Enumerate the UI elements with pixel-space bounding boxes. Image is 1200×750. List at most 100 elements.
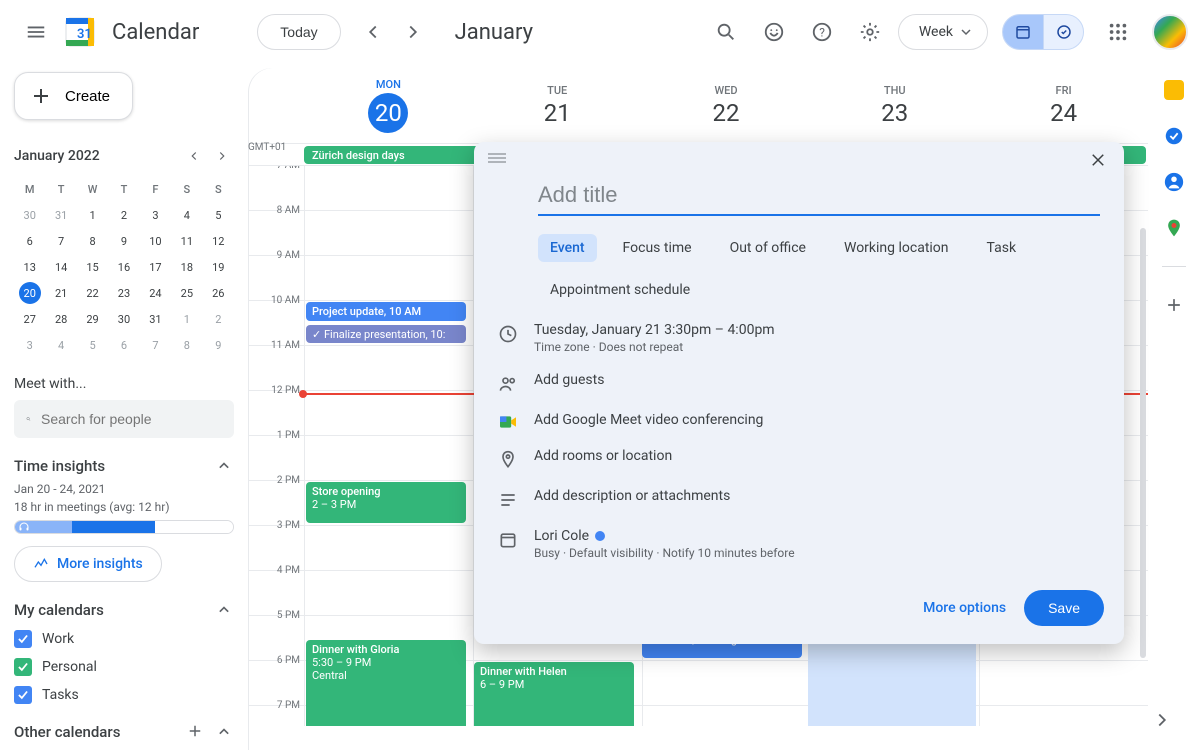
mini-day[interactable]: 2 — [203, 306, 234, 332]
calendar-toggle[interactable]: Work — [14, 630, 234, 648]
tab-out-of-office[interactable]: Out of office — [718, 234, 818, 262]
help-icon[interactable]: ? — [802, 12, 842, 52]
mini-day[interactable]: 23 — [108, 280, 139, 306]
event-datetime[interactable]: Tuesday, January 21 3:30pm – 4:00pm — [534, 322, 1100, 338]
tasks-mode-button[interactable] — [1043, 15, 1083, 49]
mini-day[interactable]: 6 — [108, 332, 139, 358]
add-description[interactable]: Add description or attachments — [534, 488, 1100, 504]
mini-day[interactable]: 18 — [171, 254, 202, 280]
mini-day[interactable]: 27 — [14, 306, 45, 332]
calendar-toggle[interactable]: Tasks — [14, 686, 234, 704]
mini-day[interactable]: 3 — [14, 332, 45, 358]
tab-focus-time[interactable]: Focus time — [611, 234, 704, 262]
mini-day[interactable]: 11 — [171, 228, 202, 254]
organizer-sub[interactable]: Busy · Default visibility · Notify 10 mi… — [534, 546, 1100, 560]
mini-day[interactable]: 3 — [140, 202, 171, 228]
event-finalize-presentation[interactable]: ✓ Finalize presentation, 10: — [306, 325, 466, 344]
mini-day[interactable]: 20 — [14, 280, 45, 306]
mini-day[interactable]: 22 — [77, 280, 108, 306]
account-avatar[interactable] — [1152, 14, 1188, 50]
mini-day[interactable]: 31 — [140, 306, 171, 332]
mini-day[interactable]: 30 — [14, 202, 45, 228]
mini-calendar[interactable]: MTWTFSS303112345678910111213141516171819… — [14, 176, 234, 358]
day-header[interactable]: THU23 — [810, 68, 979, 143]
today-button[interactable]: Today — [257, 14, 340, 50]
mini-day[interactable]: 29 — [77, 306, 108, 332]
tab-appointment[interactable]: Appointment schedule — [538, 276, 702, 304]
calendar-mode-button[interactable] — [1003, 15, 1043, 49]
mini-day[interactable]: 5 — [203, 202, 234, 228]
day-header[interactable]: FRI24 — [979, 68, 1148, 143]
mini-day[interactable]: 8 — [171, 332, 202, 358]
add-guests[interactable]: Add guests — [534, 372, 1100, 388]
scrollbar[interactable] — [1140, 228, 1146, 658]
contacts-icon[interactable] — [1162, 170, 1186, 194]
mini-day[interactable]: 15 — [77, 254, 108, 280]
drag-handle-icon[interactable] — [488, 152, 506, 168]
time-insights-header[interactable]: Time insights — [14, 456, 234, 476]
more-insights-button[interactable]: More insights — [14, 546, 162, 582]
add-calendar-icon[interactable] — [186, 722, 204, 740]
add-addon-icon[interactable] — [1162, 293, 1186, 317]
hide-side-panel[interactable] — [1142, 700, 1182, 740]
event-project-update[interactable]: Project update, 10 AM — [306, 302, 466, 321]
event-dinner-helen[interactable]: Dinner with Helen6 – 9 PM — [474, 662, 634, 726]
mini-day[interactable]: 9 — [203, 332, 234, 358]
next-week-button[interactable] — [393, 12, 433, 52]
save-button[interactable]: Save — [1024, 590, 1104, 626]
mini-day[interactable]: 8 — [77, 228, 108, 254]
main-menu-icon[interactable] — [16, 12, 56, 52]
mini-prev-month[interactable] — [182, 144, 206, 168]
mini-day[interactable]: 10 — [140, 228, 171, 254]
maps-icon[interactable] — [1162, 216, 1186, 240]
day-header[interactable]: MON20 — [304, 68, 473, 143]
mini-day[interactable]: 19 — [203, 254, 234, 280]
mini-day[interactable]: 13 — [14, 254, 45, 280]
create-button[interactable]: Create — [14, 72, 133, 120]
mini-day[interactable]: 28 — [45, 306, 76, 332]
mini-day[interactable]: 2 — [108, 202, 139, 228]
mini-day[interactable]: 7 — [45, 228, 76, 254]
mini-day[interactable]: 6 — [14, 228, 45, 254]
prev-week-button[interactable] — [353, 12, 393, 52]
more-options-button[interactable]: More options — [923, 600, 1006, 616]
calendar-toggle[interactable]: Personal — [14, 658, 234, 676]
mini-day[interactable]: 7 — [140, 332, 171, 358]
event-store-opening[interactable]: Store opening2 – 3 PM — [306, 482, 466, 523]
search-icon[interactable] — [706, 12, 746, 52]
day-header[interactable]: WED22 — [642, 68, 811, 143]
event-title-input[interactable] — [538, 178, 1100, 216]
google-apps-icon[interactable] — [1098, 12, 1138, 52]
status-icon[interactable] — [754, 12, 794, 52]
view-switcher[interactable]: Week — [898, 14, 988, 50]
mini-day[interactable]: 14 — [45, 254, 76, 280]
mini-day[interactable]: 21 — [45, 280, 76, 306]
add-meet[interactable]: Add Google Meet video conferencing — [534, 412, 1100, 428]
add-location[interactable]: Add rooms or location — [534, 448, 1100, 464]
other-calendars-header[interactable]: Other calendars — [14, 722, 234, 742]
mini-day[interactable]: 1 — [77, 202, 108, 228]
event-dinner-gloria[interactable]: Dinner with Gloria5:30 – 9 PMCentral — [306, 640, 466, 727]
mini-next-month[interactable] — [210, 144, 234, 168]
keep-icon[interactable] — [1162, 78, 1186, 102]
tab-event[interactable]: Event — [538, 234, 597, 262]
search-people-input[interactable] — [41, 411, 222, 427]
tasks-icon[interactable] — [1162, 124, 1186, 148]
mini-day[interactable]: 24 — [140, 280, 171, 306]
mini-day[interactable]: 25 — [171, 280, 202, 306]
event-datetime-sub[interactable]: Time zone · Does not repeat — [534, 340, 1100, 354]
mini-day[interactable]: 5 — [77, 332, 108, 358]
mini-day[interactable]: 4 — [171, 202, 202, 228]
mini-day[interactable]: 1 — [171, 306, 202, 332]
mini-day[interactable]: 31 — [45, 202, 76, 228]
day-header[interactable]: TUE21 — [473, 68, 642, 143]
mini-day[interactable]: 12 — [203, 228, 234, 254]
tab-working-location[interactable]: Working location — [832, 234, 961, 262]
mini-day[interactable]: 17 — [140, 254, 171, 280]
my-calendars-header[interactable]: My calendars — [14, 600, 234, 620]
tab-task[interactable]: Task — [975, 234, 1029, 262]
mini-day[interactable]: 9 — [108, 228, 139, 254]
mini-day[interactable]: 26 — [203, 280, 234, 306]
mini-day[interactable]: 30 — [108, 306, 139, 332]
organizer-name[interactable]: Lori Cole — [534, 528, 589, 544]
